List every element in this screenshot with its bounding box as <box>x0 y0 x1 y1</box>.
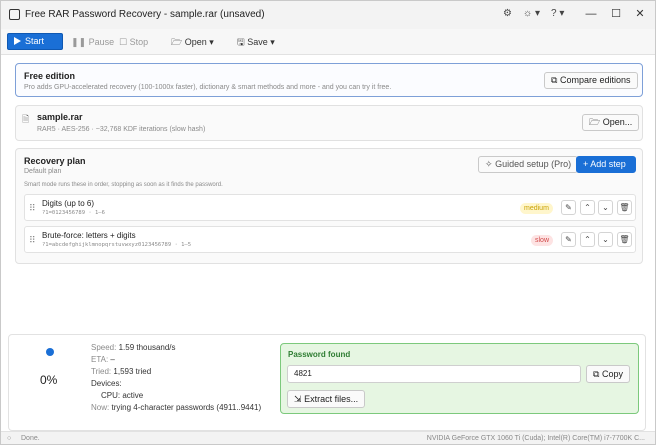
maximize-icon[interactable]: ☐ <box>608 7 624 21</box>
status-indicator <box>46 348 54 356</box>
pause-label: Pause <box>88 37 115 47</box>
window-title: Free RAR Password Recovery - sample.rar … <box>25 9 265 20</box>
speed-badge: medium <box>520 203 553 214</box>
step-name: Digits (up to 6) <box>42 199 95 208</box>
eta-value: – <box>110 355 115 364</box>
minimize-icon[interactable]: — <box>583 7 599 21</box>
open-label: Open <box>184 37 207 47</box>
now-value: trying 4-character passwords (4911..9441… <box>111 403 262 412</box>
status-text: Done. <box>21 435 40 442</box>
archive-icon: 🗎 <box>22 114 30 124</box>
wand-icon: ✧ <box>485 159 493 169</box>
guided-setup-button[interactable]: ✧ Guided setup (Pro) <box>478 156 579 173</box>
gear-icon[interactable]: ⚙ <box>503 8 512 20</box>
device-status: CPU: active <box>101 391 144 400</box>
extract-label: Extract files... <box>304 394 359 404</box>
edition-card: Free edition Pro adds GPU-accelerated re… <box>15 63 643 97</box>
now-stat: Now: trying 4-character passwords (4911.… <box>91 403 261 412</box>
progress-percent: 0% <box>40 373 58 387</box>
plan-subtitle: Default plan <box>24 168 62 175</box>
speed-label: Speed: <box>91 343 117 352</box>
password-found-panel: Password found 4821 ⧉ Copy ⇲ Extract fil… <box>280 343 639 414</box>
chevron-down-icon[interactable]: ▾ <box>209 37 214 47</box>
extract-icon: ⇲ <box>294 394 302 404</box>
speed-badge: slow <box>531 235 554 246</box>
theme-icon[interactable]: ☼ ▾ <box>523 8 540 20</box>
stop-button[interactable]: ☐ Stop <box>119 34 148 50</box>
copy-icon: ⧉ <box>593 369 600 379</box>
compare-editions-button[interactable]: ⧉ Compare editions <box>544 72 638 89</box>
step-name: Brute-force: letters + digits <box>42 231 136 240</box>
password-field[interactable]: 4821 <box>287 365 581 383</box>
tried-label: Tried: <box>91 367 112 376</box>
archive-details: RAR5 · AES-256 · ~32,768 KDF iterations … <box>37 126 206 133</box>
delete-icon[interactable]: 🗑 <box>617 232 632 247</box>
save-icon: 🖫 <box>237 37 245 47</box>
save-button[interactable]: 🖫 Save ▾ <box>237 34 275 50</box>
app-icon <box>9 9 20 20</box>
help-icon[interactable]: ? ▾ <box>551 8 564 20</box>
status-icon: ○ <box>7 435 12 442</box>
open-archive-label: Open... <box>602 117 633 127</box>
eta-label: ETA: <box>91 355 109 364</box>
copy-button[interactable]: ⧉ Copy <box>586 365 630 383</box>
guided-setup-label: Guided setup (Pro) <box>495 159 572 169</box>
toolbar: Start ❚❚ Pause ☐ Stop 🗁 Open ▾ 🖫 Save ▾ <box>1 29 655 55</box>
stop-icon: ☐ <box>119 37 128 47</box>
start-button[interactable]: Start <box>7 33 63 50</box>
stop-label: Stop <box>129 37 149 47</box>
speed-value: 1.59 thousand/s <box>118 343 176 352</box>
edit-icon[interactable]: ✎ <box>561 232 576 247</box>
move-up-icon[interactable]: ⌃ <box>580 232 595 247</box>
status-bar: ○ Done. NVIDIA GeForce GTX 1060 Ti (Cuda… <box>1 431 655 444</box>
hardware-info: NVIDIA GeForce GTX 1060 Ti (Cuda); Intel… <box>426 435 645 442</box>
step-detail: ?1=0123456789 · 1–6 <box>42 210 105 216</box>
edition-title: Free edition <box>24 71 76 81</box>
now-label: Now: <box>91 403 110 412</box>
progress-panel: 0% Speed: 1.59 thousand/s ETA: – Tried: … <box>8 334 646 431</box>
drag-handle-icon[interactable]: ⠿ <box>29 235 36 246</box>
title-bar: Free RAR Password Recovery - sample.rar … <box>1 1 655 29</box>
drag-handle-icon[interactable]: ⠿ <box>29 203 36 214</box>
move-up-icon[interactable]: ⌃ <box>580 200 595 215</box>
copy-label: Copy <box>601 369 623 379</box>
open-button[interactable]: 🗁 Open ▾ <box>171 34 214 50</box>
close-icon[interactable]: ✕ <box>632 7 648 21</box>
chevron-down-icon[interactable]: ▾ <box>270 37 275 47</box>
tried-stat: Tried: 1,593 tried <box>91 367 151 376</box>
folder-icon: 🗁 <box>171 37 183 47</box>
add-step-button[interactable]: + Add step <box>576 156 636 173</box>
folder-icon: 🗁 <box>589 117 601 127</box>
add-step-label: Add step <box>590 159 626 169</box>
recovery-plan-card: Recovery plan Default plan Smart mode ru… <box>15 148 643 264</box>
pause-icon: ❚❚ <box>71 37 87 47</box>
password-found-title: Password found <box>288 350 351 359</box>
edition-description: Pro adds GPU-accelerated recovery (100-1… <box>24 84 392 91</box>
step-detail: ?1=abcdefghijklmnopqrstuvwxyz0123456789 … <box>42 242 192 248</box>
plan-title: Recovery plan <box>24 156 86 166</box>
pause-button[interactable]: ❚❚ Pause <box>71 34 114 50</box>
extract-files-button[interactable]: ⇲ Extract files... <box>287 390 366 408</box>
archive-name: sample.rar <box>37 112 83 122</box>
move-down-icon[interactable]: ⌄ <box>598 200 613 215</box>
tried-value: 1,593 tried <box>113 367 152 376</box>
save-label: Save <box>247 37 268 47</box>
play-icon <box>14 37 21 45</box>
devices-label: Devices: <box>91 379 122 388</box>
compare-label: Compare editions <box>559 75 631 85</box>
edit-icon[interactable]: ✎ <box>561 200 576 215</box>
plan-step[interactable]: ⠿ Brute-force: letters + digits ?1=abcde… <box>24 226 636 253</box>
archive-card: 🗎 sample.rar RAR5 · AES-256 · ~32,768 KD… <box>15 105 643 141</box>
move-down-icon[interactable]: ⌄ <box>598 232 613 247</box>
delete-icon[interactable]: 🗑 <box>617 200 632 215</box>
eta-stat: ETA: – <box>91 355 115 364</box>
plan-step[interactable]: ⠿ Digits (up to 6) ?1=0123456789 · 1–6 m… <box>24 194 636 221</box>
plan-hint: Smart mode runs these in order, stopping… <box>24 182 223 188</box>
compare-icon: ⧉ <box>551 75 558 85</box>
open-archive-button[interactable]: 🗁 Open... <box>582 114 640 131</box>
app-window: Free RAR Password Recovery - sample.rar … <box>0 0 656 445</box>
speed-stat: Speed: 1.59 thousand/s <box>91 343 176 352</box>
plus-icon: + <box>583 159 589 169</box>
start-label: Start <box>25 36 45 46</box>
